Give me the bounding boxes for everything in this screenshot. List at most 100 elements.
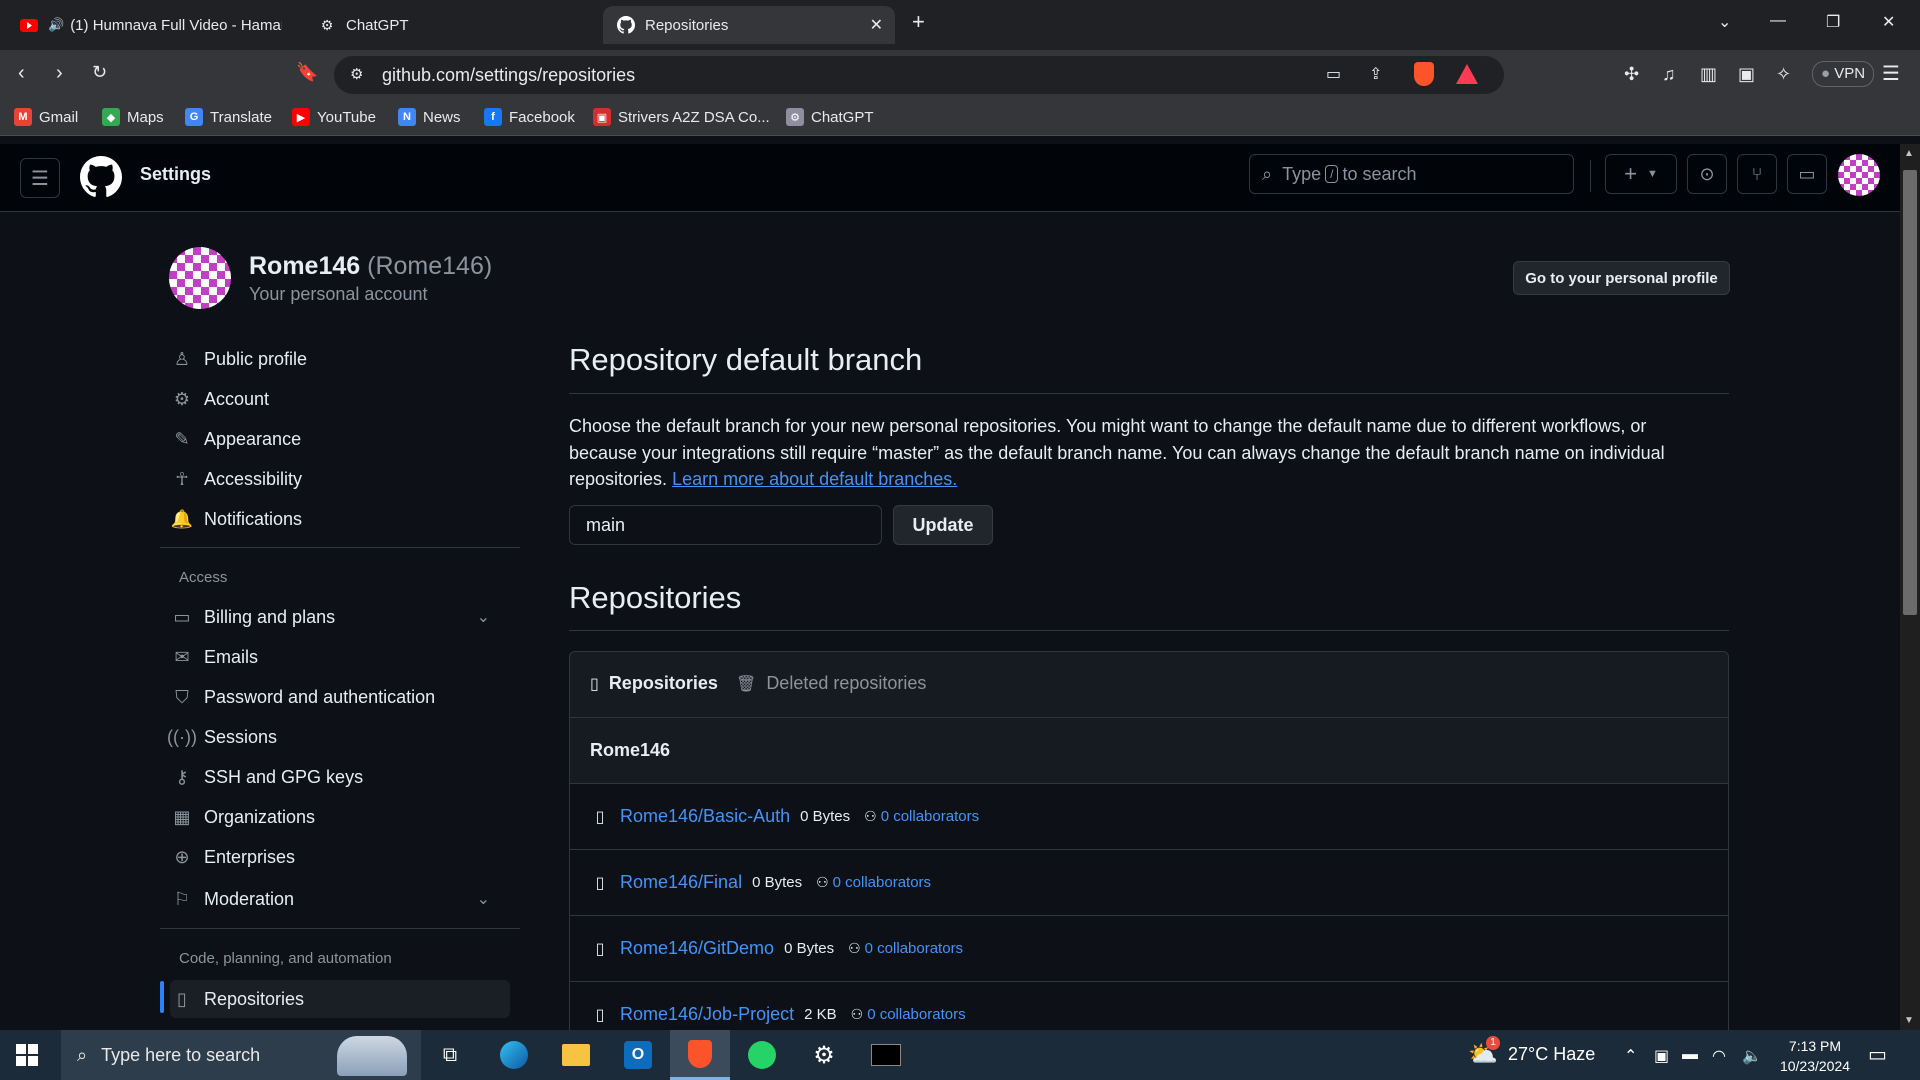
sidebar-item-public-profile[interactable]: ♙ Public profile bbox=[170, 340, 510, 378]
edge-icon[interactable] bbox=[484, 1030, 544, 1080]
file-explorer-icon[interactable] bbox=[546, 1030, 606, 1080]
pull-requests-icon[interactable]: ⑂ bbox=[1737, 154, 1777, 194]
wallet-icon[interactable]: ▣ bbox=[1738, 64, 1755, 85]
learn-more-link[interactable]: Learn more about default branches. bbox=[672, 469, 957, 489]
taskbar-search-input[interactable]: ⌕ Type here to search bbox=[61, 1030, 421, 1080]
search-input[interactable]: ⌕ Type / to search bbox=[1249, 154, 1574, 194]
sidebar-item-accessibility[interactable]: ☥ Accessibility bbox=[170, 460, 510, 498]
profile-name[interactable]: Rome146 (Rome146) bbox=[249, 252, 492, 281]
meet-now-icon[interactable]: ▣ bbox=[1654, 1046, 1669, 1066]
repo-link[interactable]: Rome146/Job-Project bbox=[620, 1004, 794, 1025]
address-bar[interactable]: ⚙ github.com/settings/repositories ▭ ⇪ bbox=[334, 56, 1504, 94]
collaborators-link[interactable]: 0 collaborators bbox=[881, 808, 979, 825]
bookmark-5[interactable]: f Facebook bbox=[484, 108, 575, 126]
reload-icon[interactable]: ↻ bbox=[92, 62, 107, 83]
bookmark-4[interactable]: N News bbox=[398, 108, 461, 126]
site-info-icon[interactable]: ⚙ bbox=[350, 65, 363, 83]
close-tab-icon[interactable]: ✕ bbox=[870, 15, 883, 35]
sidebar-item-organizations[interactable]: ▦ Organizations bbox=[170, 798, 510, 836]
sidebar-item-notifications[interactable]: 🔔 Notifications bbox=[170, 500, 510, 538]
default-branch-input[interactable] bbox=[569, 505, 882, 545]
volume-icon[interactable]: 🔈 bbox=[1742, 1046, 1762, 1066]
outlook-icon[interactable]: O bbox=[608, 1030, 668, 1080]
tab-search-chevron-icon[interactable]: ⌄ bbox=[1718, 12, 1731, 32]
sidebar-item-ssh-and-gpg-keys[interactable]: ⚷ SSH and GPG keys bbox=[170, 758, 510, 796]
media-icon[interactable]: ♫ bbox=[1662, 64, 1676, 85]
restore-icon[interactable]: ❐ bbox=[1826, 12, 1840, 32]
profile-avatar[interactable] bbox=[169, 247, 231, 309]
bookmark-6[interactable]: ▣ Strivers A2Z DSA Co... bbox=[593, 108, 770, 126]
vpn-button[interactable]: ● VPN bbox=[1812, 61, 1875, 87]
whatsapp-icon[interactable] bbox=[732, 1030, 792, 1080]
sidebar-item-enterprises[interactable]: ⊕ Enterprises bbox=[170, 838, 510, 876]
extensions-icon[interactable]: ✣ bbox=[1624, 64, 1639, 85]
scroll-down-arrow-icon[interactable]: ▼ bbox=[1904, 1015, 1914, 1026]
leo-ai-icon[interactable]: ✧ bbox=[1776, 64, 1791, 85]
inbox-icon[interactable]: ▭ bbox=[1787, 154, 1827, 194]
hamburger-menu-icon[interactable]: ☰ bbox=[20, 158, 60, 198]
scroll-up-arrow-icon[interactable]: ▲ bbox=[1904, 148, 1914, 159]
sidebar-item-appearance[interactable]: ✎ Appearance bbox=[170, 420, 510, 458]
create-new-button[interactable]: + ▼ bbox=[1605, 154, 1677, 194]
task-view-icon[interactable]: ⧉ bbox=[420, 1030, 480, 1080]
sidebar-item-sessions[interactable]: ((·)) Sessions bbox=[167, 718, 510, 756]
repo-link[interactable]: Rome146/GitDemo bbox=[620, 938, 774, 959]
brave-taskbar-icon[interactable] bbox=[670, 1030, 730, 1080]
collaborators-link[interactable]: 0 collaborators bbox=[867, 1006, 965, 1023]
forward-icon[interactable]: › bbox=[56, 62, 63, 85]
bookmark-3[interactable]: ▶ YouTube bbox=[292, 108, 376, 126]
show-hidden-icons-icon[interactable]: ⌃ bbox=[1624, 1046, 1637, 1066]
repo-link[interactable]: Rome146/Basic-Auth bbox=[620, 806, 790, 827]
bookmark-0[interactable]: M Gmail bbox=[14, 108, 78, 126]
menu-icon[interactable]: ☰ bbox=[1882, 61, 1900, 86]
minimize-icon[interactable]: — bbox=[1770, 12, 1786, 30]
page-title[interactable]: Settings bbox=[140, 164, 211, 185]
tab-youtube[interactable]: 🔊 (1) Humnava Full Video - Hamar bbox=[6, 6, 296, 44]
install-icon[interactable]: ▭ bbox=[1326, 64, 1341, 84]
brave-shield-icon[interactable] bbox=[1414, 62, 1434, 86]
terminal-icon[interactable] bbox=[856, 1030, 916, 1080]
browser-tab-bar: 🔊 (1) Humnava Full Video - Hamar ⚙ ChatG… bbox=[0, 0, 1920, 50]
sidebar-icon[interactable]: ▥ bbox=[1700, 64, 1717, 85]
user-avatar[interactable] bbox=[1838, 154, 1880, 196]
bookmark-2[interactable]: G Translate bbox=[185, 108, 272, 126]
back-icon[interactable]: ‹ bbox=[18, 62, 25, 85]
bookmark-1[interactable]: ◆ Maps bbox=[102, 108, 164, 126]
sidebar-item-billing-and-plans[interactable]: ▭ Billing and plans ⌄ bbox=[170, 598, 510, 636]
update-button[interactable]: Update bbox=[893, 505, 993, 545]
sidebar-item-password-and-authentication[interactable]: ⛉ Password and authentication bbox=[170, 678, 510, 716]
clock[interactable]: 7:13 PM 10/23/2024 bbox=[1770, 1036, 1860, 1076]
issues-icon[interactable]: ⊙ bbox=[1687, 154, 1727, 194]
close-window-icon[interactable]: ✕ bbox=[1882, 12, 1895, 32]
windows-start-icon[interactable] bbox=[16, 1044, 38, 1066]
collaborators-link[interactable]: 0 collaborators bbox=[833, 874, 931, 891]
settings-gear-icon[interactable]: ⚙ bbox=[794, 1030, 854, 1080]
chevron-down-icon[interactable]: ⌄ bbox=[477, 889, 490, 909]
bookmark-favicon-icon: ⚙ bbox=[786, 108, 804, 126]
battery-icon[interactable]: ▬ bbox=[1682, 1046, 1698, 1064]
notifications-icon[interactable]: ▭ bbox=[1868, 1042, 1887, 1067]
share-icon[interactable]: ⇪ bbox=[1369, 64, 1382, 84]
repo-size: 0 Bytes bbox=[800, 808, 851, 825]
brave-rewards-icon[interactable] bbox=[1456, 64, 1478, 84]
weather-text[interactable]: 27°C Haze bbox=[1508, 1044, 1595, 1065]
sidebar-item-repositories[interactable]: ▯ Repositories bbox=[170, 980, 510, 1018]
tab-chatgpt[interactable]: ⚙ ChatGPT bbox=[304, 6, 594, 44]
wifi-icon[interactable]: ◠ bbox=[1712, 1046, 1726, 1066]
bookmark-icon[interactable]: 🔖 bbox=[296, 62, 318, 83]
sidebar-item-emails[interactable]: ✉ Emails bbox=[170, 638, 510, 676]
sidebar-item-account[interactable]: ⚙ Account bbox=[170, 380, 510, 418]
go-to-profile-button[interactable]: Go to your personal profile bbox=[1513, 261, 1730, 295]
repo-link[interactable]: Rome146/Final bbox=[620, 872, 742, 893]
sidebar-item-moderation[interactable]: ⚐ Moderation ⌄ bbox=[170, 880, 510, 918]
scrollbar-thumb[interactable] bbox=[1903, 170, 1917, 615]
chevron-down-icon[interactable]: ⌄ bbox=[477, 607, 490, 627]
tab-repositories-list[interactable]: ▯ Repositories bbox=[590, 673, 718, 694]
tab-repositories[interactable]: Repositories ✕ bbox=[603, 6, 895, 44]
collaborators-link[interactable]: 0 collaborators bbox=[865, 940, 963, 957]
tab-deleted-repositories[interactable]: 🗑 Deleted repositories bbox=[736, 673, 926, 694]
bookmark-7[interactable]: ⚙ ChatGPT bbox=[786, 108, 874, 126]
search-icon: ⌕ bbox=[1262, 163, 1273, 184]
github-logo-icon[interactable] bbox=[80, 156, 122, 198]
new-tab-icon[interactable]: + bbox=[912, 9, 925, 35]
